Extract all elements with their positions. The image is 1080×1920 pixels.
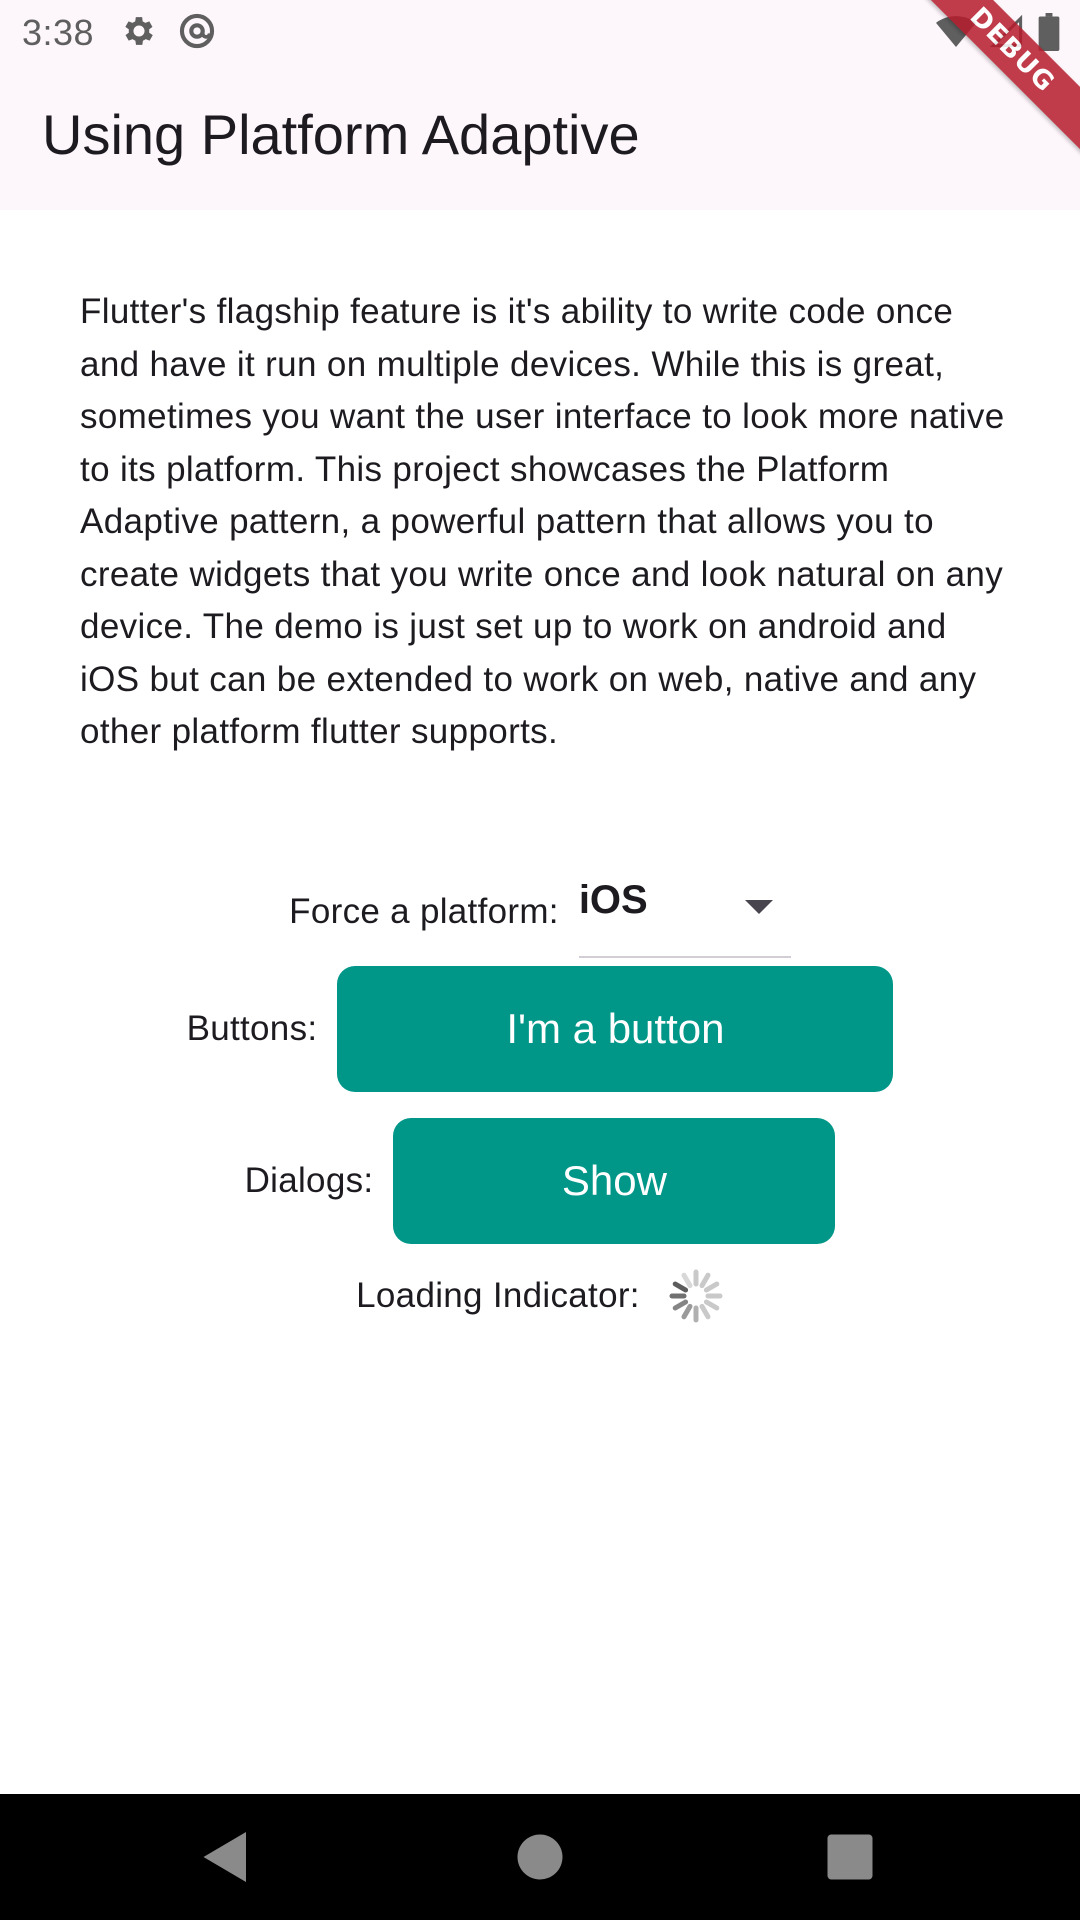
im-a-button[interactable]: I'm a button xyxy=(337,966,894,1092)
description-text: Flutter's flagship feature is it's abili… xyxy=(80,292,1005,751)
platform-dropdown[interactable]: iOS xyxy=(578,866,791,958)
loading-label: Loading Indicator: xyxy=(356,1276,640,1315)
platform-label: Force a platform: xyxy=(289,892,559,931)
battery-icon xyxy=(1038,13,1060,51)
platform-dropdown-value: iOS xyxy=(578,878,648,922)
app-screen: 3:38 Using Platform Adaptive DEBUG Flutt… xyxy=(0,0,1080,1920)
dropdown-arrow-icon xyxy=(744,900,773,914)
dialogs-label: Dialogs: xyxy=(244,1161,374,1200)
buttons-label: Buttons: xyxy=(186,1009,318,1048)
home-icon[interactable] xyxy=(510,1827,570,1887)
buttons-row: Buttons: I'm a button xyxy=(0,966,1080,1092)
status-time: 3:38 xyxy=(22,12,95,53)
app-bar-title: Using Platform Adaptive xyxy=(42,103,640,166)
recents-icon[interactable] xyxy=(820,1827,880,1887)
at-sign-icon xyxy=(179,13,215,49)
system-nav-bar xyxy=(0,1794,1080,1920)
status-bar: 3:38 xyxy=(0,0,1080,64)
gear-icon xyxy=(125,17,153,45)
platform-row: Force a platform: iOS xyxy=(0,866,1080,958)
show-dialog-button[interactable]: Show xyxy=(393,1118,836,1244)
app-header: 3:38 Using Platform Adaptive xyxy=(0,0,1080,210)
dialogs-row: Dialogs: Show xyxy=(0,1118,1080,1244)
back-icon[interactable] xyxy=(196,1827,256,1887)
activity-spinner-icon xyxy=(669,1269,723,1323)
loading-row: Loading Indicator: xyxy=(0,1266,1080,1326)
